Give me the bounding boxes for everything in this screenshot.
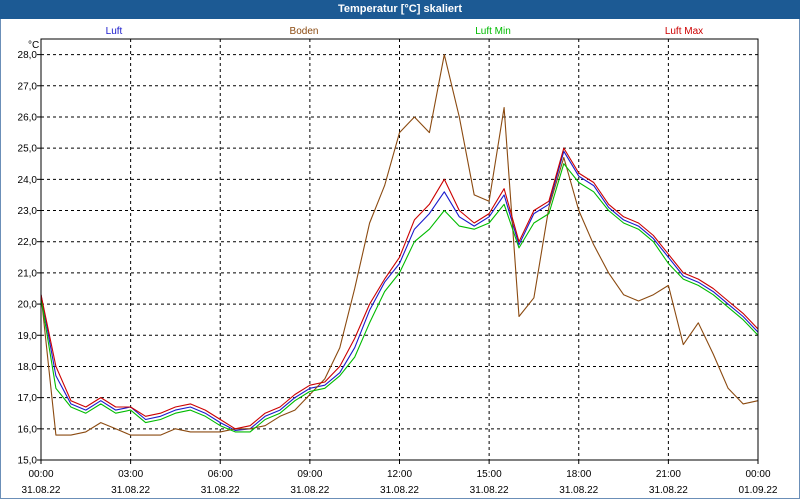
x-tick-date: 31.08.22 — [649, 485, 688, 496]
y-tick-label: 20,0 — [18, 300, 38, 311]
y-tick-label: 19,0 — [18, 331, 38, 342]
y-tick-label: 24,0 — [18, 175, 38, 186]
y-tick-label: 26,0 — [18, 112, 38, 123]
x-tick-time: 00:00 — [745, 469, 770, 480]
y-tick-label: 25,0 — [18, 144, 38, 155]
legend-entry-luft: Luft — [106, 26, 123, 37]
x-tick-time: 21:00 — [656, 469, 681, 480]
y-tick-label: 21,0 — [18, 268, 38, 279]
legend: Luft Boden Luft Min Luft Max — [106, 26, 704, 37]
y-tick-labels: 15,0 16,0 17,0 18,0 19,0 20,0 21,0 22,0 23,0 24,0… — [18, 50, 41, 467]
y-tick-label: 27,0 — [18, 81, 38, 92]
x-tick-time: 18:00 — [566, 469, 591, 480]
x-tick-labels: 00:00 31.08.22 03:00 31.08.22 06:00 31.08.22 0… — [22, 460, 778, 496]
x-tick-time: 06:00 — [208, 469, 233, 480]
legend-entry-luft-min: Luft Min — [475, 26, 511, 37]
y-tick-label: 18,0 — [18, 362, 38, 373]
x-tick-time: 12:00 — [387, 469, 412, 480]
y-tick-label: 17,0 — [18, 393, 38, 404]
y-tick-label: 28,0 — [18, 50, 38, 61]
legend-entry-boden: Boden — [290, 26, 319, 37]
x-tick-date: 31.08.22 — [22, 485, 61, 496]
y-tick-label: 15,0 — [18, 456, 38, 467]
x-tick-time: 09:00 — [297, 469, 322, 480]
x-tick-date: 31.08.22 — [559, 485, 598, 496]
x-tick-time: 15:00 — [477, 469, 502, 480]
x-tick-date: 01.09.22 — [739, 485, 778, 496]
y-tick-label: 23,0 — [18, 206, 38, 217]
x-tick-date: 31.08.22 — [290, 485, 329, 496]
legend-entry-luft-max: Luft Max — [665, 26, 703, 37]
x-tick-time: 03:00 — [118, 469, 143, 480]
x-tick-date: 31.08.22 — [201, 485, 240, 496]
chart-title: Temperatur [°C] skaliert — [0, 0, 800, 19]
x-tick-date: 31.08.22 — [380, 485, 419, 496]
x-tick-date: 31.08.22 — [111, 485, 150, 496]
grid-lines — [41, 39, 758, 460]
x-tick-date: 31.08.22 — [470, 485, 509, 496]
y-tick-label: 16,0 — [18, 424, 38, 435]
x-tick-time: 00:00 — [28, 469, 53, 480]
chart-frame: °C 15,0 16,0 17,0 18,0 19,0 20,0 21,0 22,0 23,0 2… — [0, 19, 800, 499]
temperature-chart: °C 15,016,017,018,019,020,021,022,023,02… — [18, 26, 778, 496]
y-tick-label: 22,0 — [18, 237, 38, 248]
